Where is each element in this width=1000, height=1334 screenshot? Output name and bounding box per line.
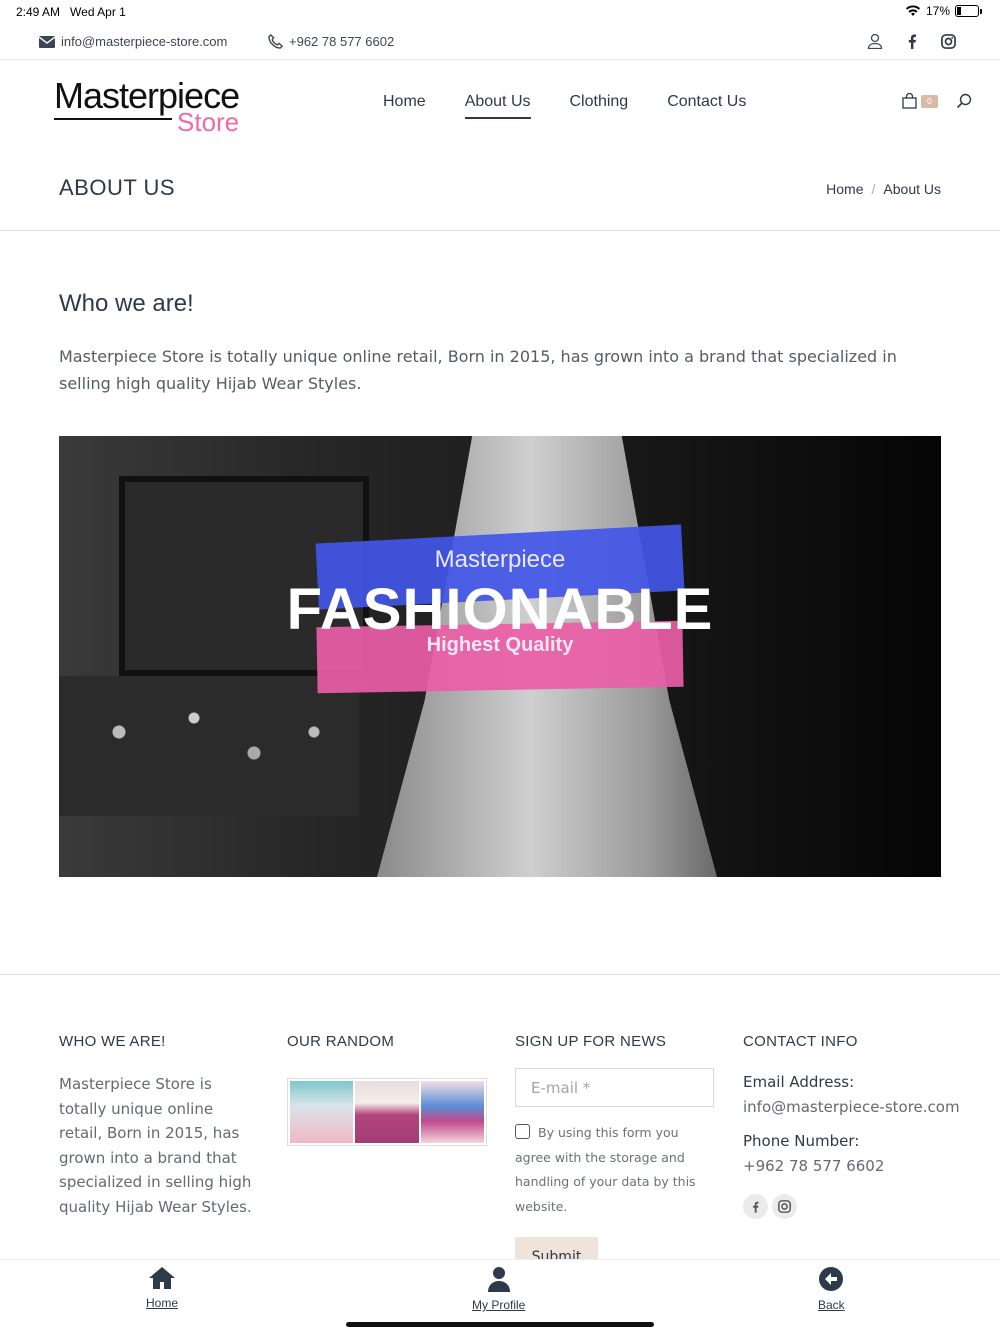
consent-text: By using this form you agree with the st… bbox=[515, 1125, 696, 1214]
consent-row: By using this form you agree with the st… bbox=[515, 1121, 715, 1219]
page-title: ABOUT US bbox=[59, 175, 176, 200]
tab-my-profile[interactable]: My Profile bbox=[472, 1266, 525, 1312]
status-time: 2:49 AM Wed Apr 1 bbox=[16, 5, 126, 19]
breadcrumb-current: About Us bbox=[883, 181, 941, 197]
contact-email-value[interactable]: info@masterpiece-store.com bbox=[743, 1095, 963, 1120]
facebook-icon[interactable] bbox=[907, 33, 917, 49]
battery-percent: 17% bbox=[925, 4, 950, 18]
topbar-phone[interactable]: +962 78 577 6602 bbox=[268, 34, 394, 49]
bottom-tab-bar: Home My Profile Back bbox=[0, 1259, 1000, 1334]
main-nav: Home About Us Clothing Contact Us bbox=[383, 93, 746, 119]
user-profile-icon bbox=[487, 1267, 510, 1292]
content-heading: Who we are! bbox=[59, 290, 194, 317]
topbar-phone-text: +962 78 577 6602 bbox=[289, 34, 395, 49]
fashion-banner-image: Masterpiece FASHIONABLE Highest Quality bbox=[59, 436, 941, 877]
wifi-icon bbox=[905, 5, 920, 16]
search-icon[interactable] bbox=[956, 93, 972, 109]
banner-tagline: Highest Quality bbox=[426, 634, 574, 656]
instagram-icon[interactable] bbox=[941, 33, 956, 49]
shopping-bag-icon bbox=[902, 93, 917, 109]
topbar-email[interactable]: info@masterpiece-store.com bbox=[39, 34, 227, 49]
footer-contact-info: CONTACT INFO Email Address: info@masterp… bbox=[743, 1033, 963, 1219]
gallery-thumb[interactable] bbox=[355, 1081, 419, 1143]
footer-who-we-are: WHO WE ARE! Masterpiece Store is totally… bbox=[59, 1033, 259, 1219]
footer-newsletter: SIGN UP FOR NEWS E-mail * By using this … bbox=[515, 1033, 715, 1276]
nav-contact-us[interactable]: Contact Us bbox=[667, 93, 746, 119]
user-icon[interactable] bbox=[867, 33, 883, 49]
footer-instagram-icon[interactable] bbox=[772, 1194, 797, 1219]
contact-email-label: Email Address: bbox=[743, 1073, 855, 1091]
contact-phone-value[interactable]: +962 78 577 6602 bbox=[743, 1154, 963, 1179]
footer-col1-text: Masterpiece Store is totally unique onli… bbox=[59, 1075, 252, 1216]
footer-social bbox=[743, 1194, 963, 1219]
consent-checkbox[interactable] bbox=[515, 1124, 530, 1139]
breadcrumb-home[interactable]: Home bbox=[826, 181, 863, 197]
nav-clothing[interactable]: Clothing bbox=[570, 93, 629, 119]
banner-flowers bbox=[59, 676, 359, 816]
cart-button[interactable]: 0 bbox=[902, 93, 938, 109]
tab-back[interactable]: Back bbox=[818, 1266, 845, 1312]
tab-home-label: Home bbox=[146, 1296, 179, 1310]
gallery-thumb[interactable] bbox=[290, 1081, 354, 1143]
about-content: Who we are! Masterpiece Store is totally… bbox=[59, 290, 941, 397]
breadcrumb-separator: / bbox=[871, 181, 876, 197]
nav-home[interactable]: Home bbox=[383, 93, 426, 119]
banner-headline: FASHIONABLE bbox=[286, 577, 714, 642]
site-footer: WHO WE ARE! Masterpiece Store is totally… bbox=[0, 974, 1000, 1276]
status-bar: 2:49 AM Wed Apr 1 17% bbox=[0, 0, 1000, 24]
footer-col1-title: WHO WE ARE! bbox=[59, 1033, 166, 1050]
back-arrow-icon bbox=[819, 1267, 844, 1291]
tab-home[interactable]: Home bbox=[146, 1266, 178, 1310]
battery-icon bbox=[955, 5, 979, 17]
footer-col2-title: OUR RANDOM bbox=[287, 1033, 395, 1050]
footer-col3-title: SIGN UP FOR NEWS bbox=[515, 1033, 667, 1050]
site-logo[interactable]: Masterpiece Store bbox=[54, 75, 244, 137]
topbar-email-text: info@masterpiece-store.com bbox=[61, 34, 228, 49]
gallery-thumb[interactable] bbox=[420, 1081, 484, 1143]
tab-back-label: Back bbox=[818, 1298, 845, 1312]
logo-underline bbox=[54, 118, 172, 120]
footer-facebook-icon[interactable] bbox=[743, 1194, 768, 1219]
envelope-icon bbox=[39, 35, 55, 48]
breadcrumb: Home / About Us bbox=[826, 181, 941, 197]
site-header: Masterpiece Store Home About Us Clothing… bbox=[0, 61, 1000, 147]
page-title-bar: ABOUT US Home / About Us bbox=[0, 147, 1000, 231]
home-indicator bbox=[346, 1322, 654, 1327]
phone-icon bbox=[268, 34, 283, 49]
footer-random: OUR RANDOM bbox=[287, 1033, 487, 1146]
home-icon bbox=[149, 1267, 175, 1289]
nav-about-us[interactable]: About Us bbox=[464, 93, 531, 119]
contact-phone-label: Phone Number: bbox=[743, 1132, 860, 1150]
top-contact-bar: info@masterpiece-store.com +962 78 577 6… bbox=[0, 26, 1000, 60]
logo-line2: Store bbox=[177, 107, 240, 137]
cart-count-badge: 0 bbox=[920, 94, 938, 108]
footer-col4-title: CONTACT INFO bbox=[743, 1033, 858, 1050]
banner-brand-text: Masterpiece bbox=[434, 546, 566, 573]
content-body: Masterpiece Store is totally unique onli… bbox=[59, 347, 897, 393]
newsletter-email-input[interactable]: E-mail * bbox=[515, 1068, 714, 1107]
tab-my-profile-label: My Profile bbox=[472, 1298, 526, 1312]
random-gallery bbox=[287, 1078, 487, 1146]
